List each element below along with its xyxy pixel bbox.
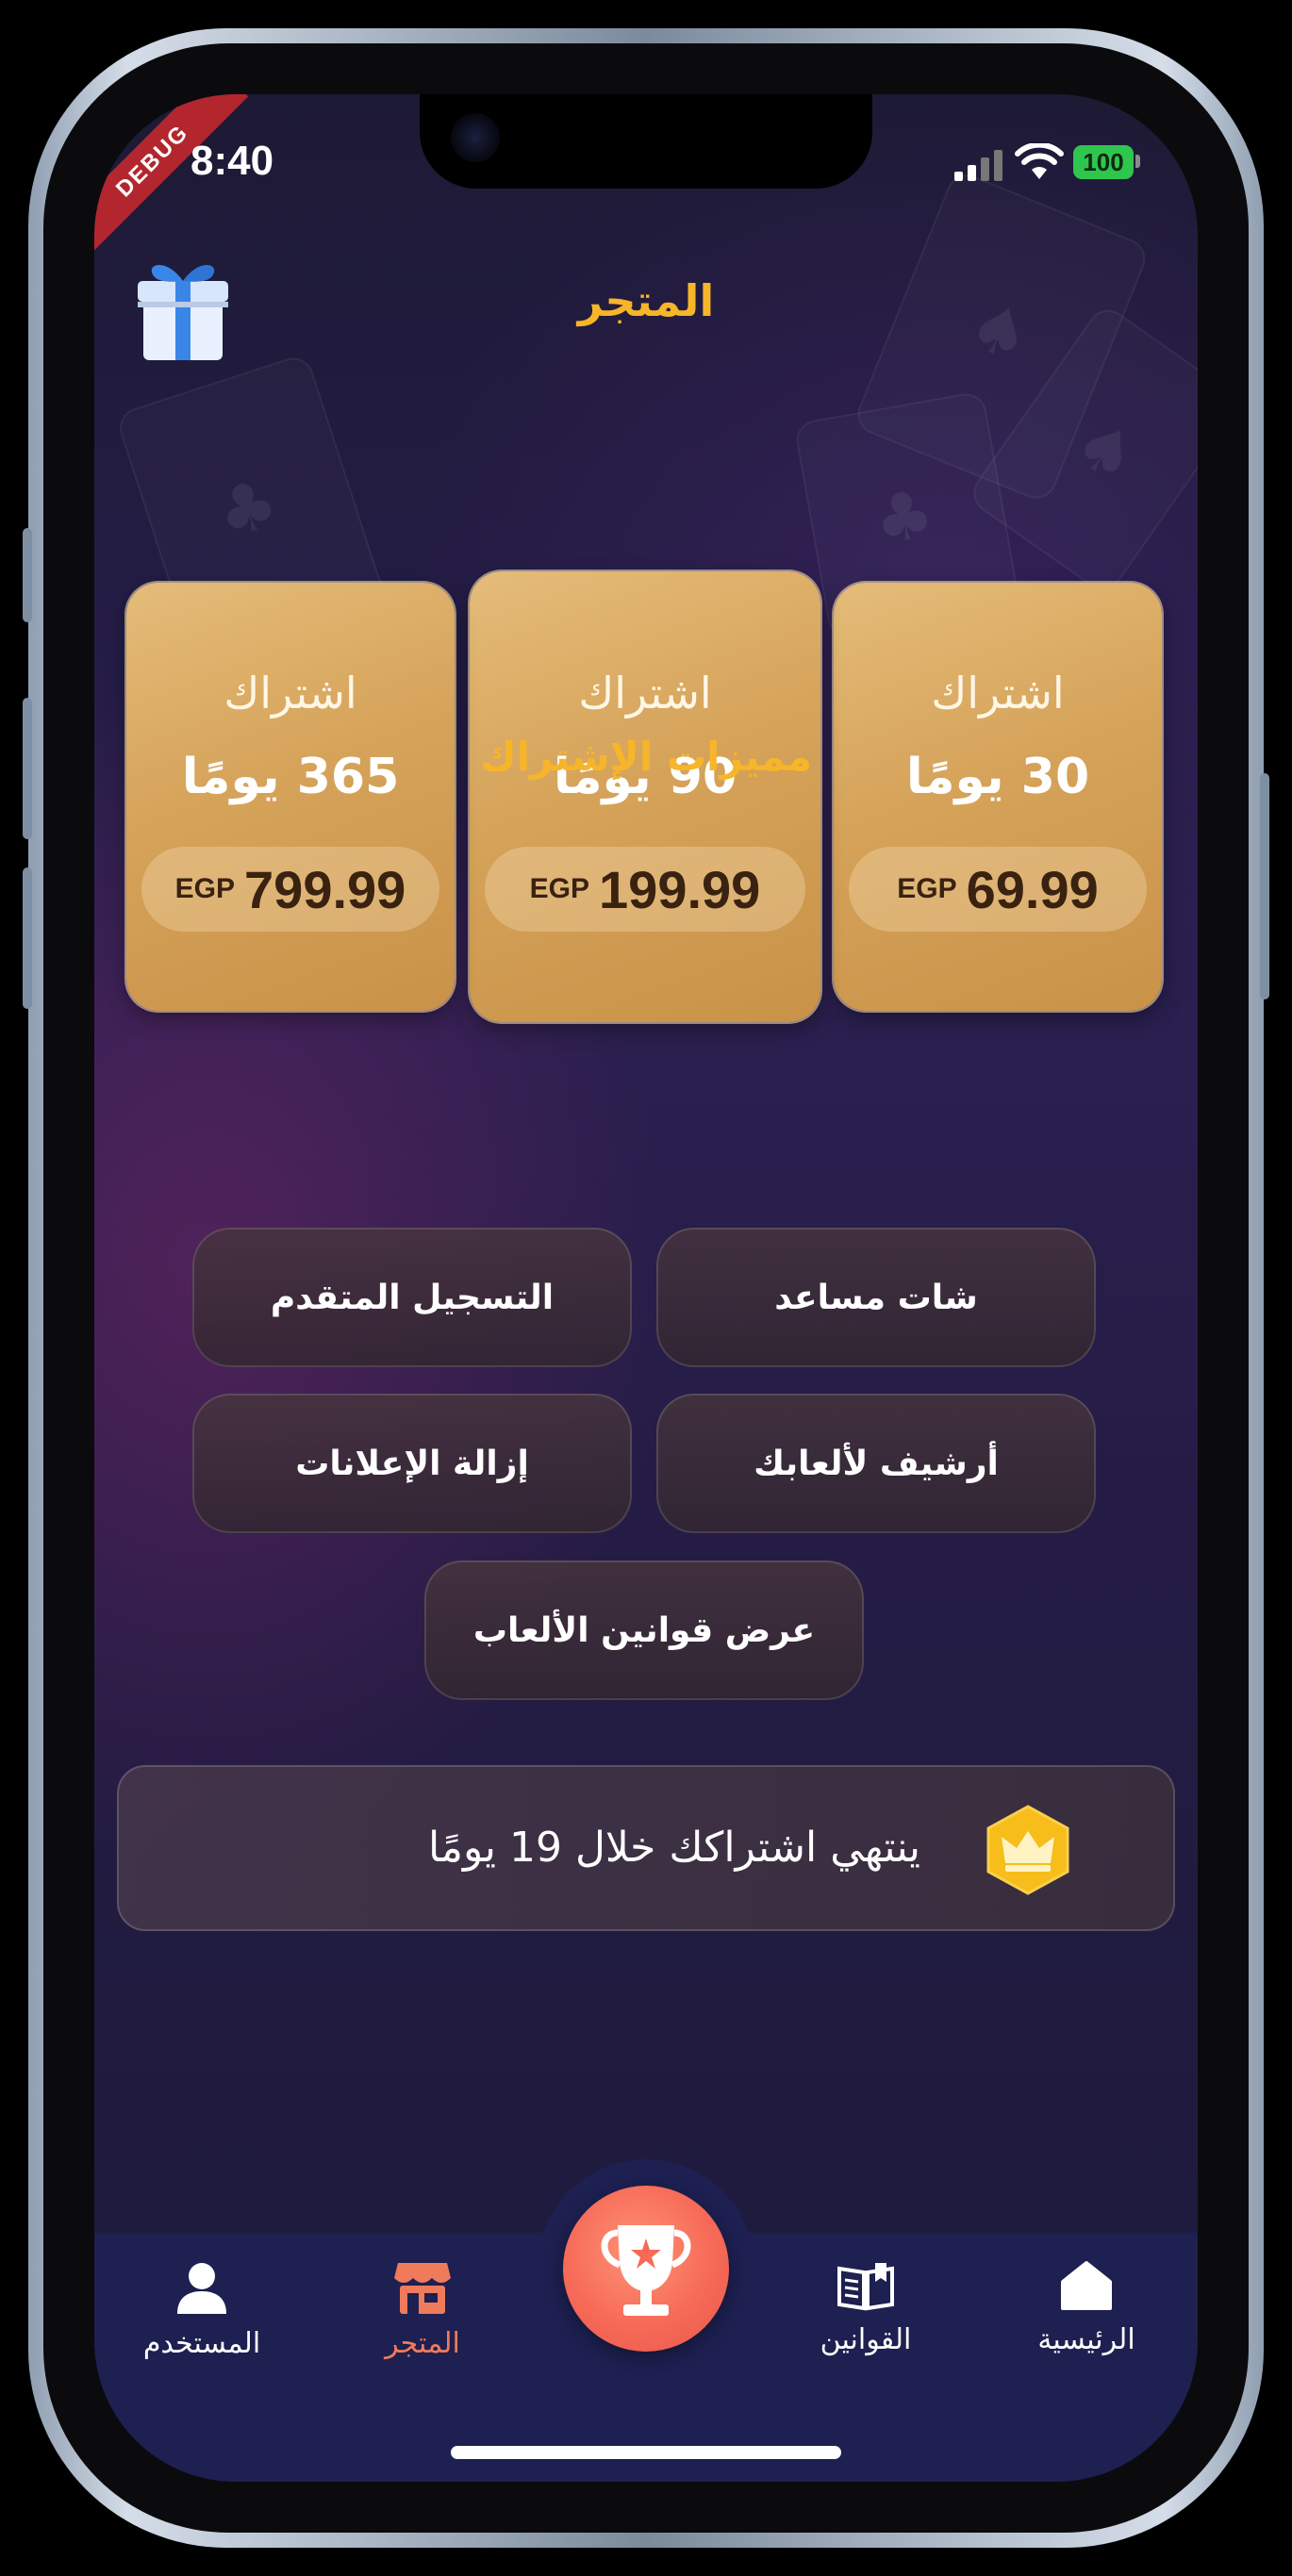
plan-card-30[interactable]: اشتراك 30 يومًا EGP 69.99	[834, 583, 1162, 1011]
plan-card-365[interactable]: اشتراك 365 يومًا EGP 799.99	[126, 583, 455, 1011]
nav-item-rules[interactable]: القوانين	[771, 2259, 960, 2356]
side-button-volume-up	[23, 698, 32, 839]
price-currency: EGP	[174, 873, 236, 904]
nav-item-home[interactable]: الرئيسية	[992, 2259, 1181, 2356]
features-title: مميزات الإشتراك	[480, 734, 812, 780]
nav-label-rules: القوانين	[820, 2323, 912, 2356]
nav-label-store: المتجر	[385, 2327, 460, 2360]
user-icon	[177, 2263, 226, 2314]
side-button-volume-down	[23, 867, 32, 1009]
price-pill: EGP 199.99	[485, 847, 805, 932]
front-camera	[451, 113, 500, 162]
price-currency: EGP	[897, 873, 957, 904]
rules-book-icon	[837, 2263, 894, 2311]
trophy-button[interactable]	[563, 2186, 729, 2352]
plan-label: اشتراك	[224, 668, 357, 718]
feature-games-archive[interactable]: أرشيف لألعابك	[656, 1394, 1096, 1533]
price-value: 799.99	[244, 859, 406, 919]
status-time: 8:40	[190, 138, 274, 184]
subscription-remaining-text: ينتهي اشتراكك خلال 19 يومًا	[428, 1824, 920, 1872]
nav-label-home: الرئيسية	[1037, 2323, 1135, 2356]
price-value: 69.99	[966, 859, 1099, 919]
price-currency: EGP	[529, 873, 590, 904]
trophy-icon	[601, 2225, 691, 2316]
plan-label: اشتراك	[578, 668, 712, 718]
home-icon	[1061, 2261, 1112, 2310]
plan-card-90[interactable]: اشتراك 90 يومًا EGP 199.99	[470, 571, 820, 1022]
nav-item-user[interactable]: المستخدم	[108, 2259, 296, 2360]
price-pill: EGP 69.99	[849, 847, 1147, 932]
feature-advanced-recording[interactable]: التسجيل المتقدم	[192, 1228, 632, 1367]
feature-game-rules[interactable]: عرض قوانين الألعاب	[424, 1560, 864, 1700]
battery-nub	[1135, 155, 1140, 168]
price-value: 199.99	[599, 859, 761, 919]
subscription-status-banner: ينتهي اشتراكك خلال 19 يومًا	[117, 1765, 1175, 1931]
side-button-power	[1260, 773, 1269, 999]
cellular-signal-icon	[954, 150, 1002, 181]
feature-remove-ads[interactable]: إزالة الإعلانات	[192, 1394, 632, 1533]
side-button-silent	[23, 528, 32, 622]
feature-assistant-chat[interactable]: شات مساعد	[656, 1228, 1096, 1367]
home-indicator[interactable]	[451, 2446, 841, 2459]
battery-indicator: 100	[1073, 145, 1134, 179]
nav-label-user: المستخدم	[142, 2327, 261, 2360]
nav-item-store[interactable]: المتجر	[328, 2259, 517, 2360]
plan-label: اشتراك	[931, 668, 1065, 718]
price-pill: EGP 799.99	[141, 847, 439, 932]
crown-icon	[986, 1805, 1069, 1895]
store-icon	[394, 2263, 451, 2314]
page-title: المتجر	[577, 275, 715, 326]
wifi-icon	[1015, 143, 1064, 179]
app-screen: ♣ ♠ ♠ ♣ DEBUG 8:40 100 المتجر اشتراك 30 …	[94, 94, 1198, 2482]
